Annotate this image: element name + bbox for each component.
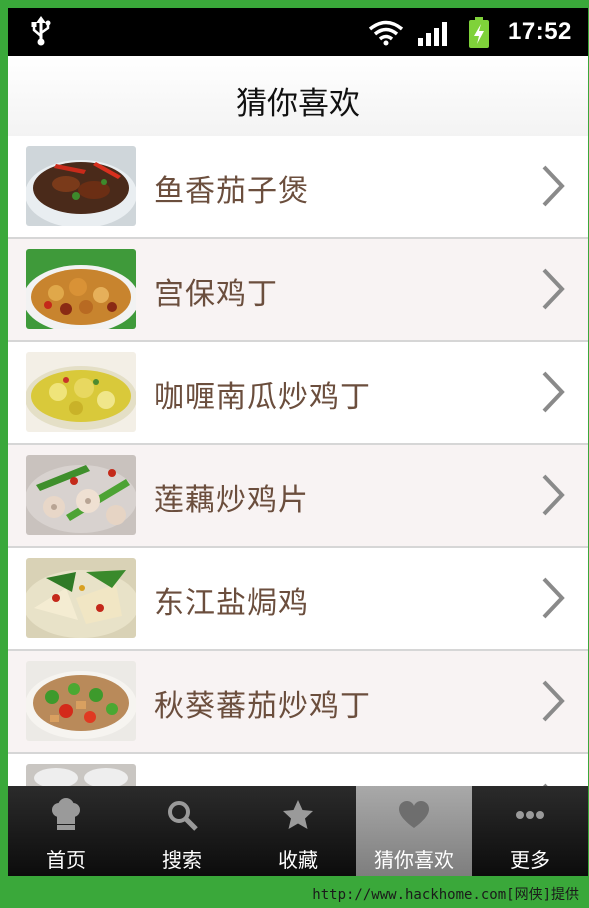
- recipe-name: 宫保鸡丁: [154, 277, 278, 312]
- list-item[interactable]: 鱼香茄子煲: [8, 136, 588, 239]
- tab-label: 收藏: [278, 848, 318, 872]
- recipe-thumbnail: [26, 558, 136, 638]
- chevron-right-icon: [540, 473, 566, 521]
- signal-icon: [418, 22, 450, 50]
- chevron-right-icon: [540, 679, 566, 727]
- chevron-right-icon: [540, 267, 566, 315]
- chevron-right-icon: [540, 164, 566, 212]
- recipe-name: 秋葵蕃茄炒鸡丁: [154, 689, 371, 724]
- tab-label: 猜你喜欢: [374, 848, 454, 872]
- list-item[interactable]: 宫保鸡丁: [8, 239, 588, 342]
- recipe-name: 咖喱南瓜炒鸡丁: [154, 380, 371, 415]
- status-time: 17:52: [508, 18, 572, 45]
- star-icon: [281, 798, 315, 836]
- recipe-list[interactable]: 鱼香茄子煲 宫保鸡丁 咖喱南瓜炒鸡丁 莲藕炒鸡片 东江盐焗鸡 秋葵蕃茄炒鸡丁: [8, 136, 588, 786]
- chevron-right-icon: [540, 576, 566, 624]
- tab-home[interactable]: 首页: [8, 786, 124, 876]
- phone-screen: 17:52 猜你喜欢 鱼香茄子煲 宫保鸡丁 咖喱南瓜炒鸡丁 莲藕炒鸡片 东江盐焗…: [8, 8, 588, 876]
- bottom-tab-bar: 首页 搜索 收藏 猜你喜欢 更多: [8, 786, 588, 876]
- list-item[interactable]: 莲藕炒鸡片: [8, 445, 588, 548]
- recipe-name: 鱼香茄子煲: [154, 174, 309, 209]
- tab-more[interactable]: 更多: [472, 786, 588, 876]
- heart-icon: [397, 798, 431, 836]
- recipe-name: 莲藕炒鸡片: [154, 483, 309, 518]
- tab-guess-you-like[interactable]: 猜你喜欢: [356, 786, 472, 876]
- tab-search[interactable]: 搜索: [124, 786, 240, 876]
- search-icon: [165, 798, 199, 836]
- recipe-thumbnail: [26, 455, 136, 535]
- list-item[interactable]: [8, 754, 588, 786]
- footer-strip: http://www.hackhome.com[网侠]提供: [0, 880, 589, 908]
- tab-label: 更多: [510, 848, 550, 872]
- wifi-icon: [368, 20, 404, 50]
- battery-charging-icon: [468, 17, 490, 53]
- page-title: 猜你喜欢: [236, 86, 360, 122]
- recipe-thumbnail: [26, 661, 136, 741]
- status-bar: 17:52: [8, 8, 588, 56]
- recipe-thumbnail: [26, 146, 136, 226]
- list-item[interactable]: 秋葵蕃茄炒鸡丁: [8, 651, 588, 754]
- recipe-thumbnail: [26, 352, 136, 432]
- usb-icon: [30, 16, 52, 50]
- recipe-thumbnail: [26, 764, 136, 786]
- header: 猜你喜欢: [8, 56, 588, 136]
- chevron-right-icon: [540, 370, 566, 418]
- recipe-thumbnail: [26, 249, 136, 329]
- chef-hat-icon: [49, 798, 83, 836]
- list-item[interactable]: 咖喱南瓜炒鸡丁: [8, 342, 588, 445]
- watermark-text: http://www.hackhome.com[网侠]提供: [312, 887, 579, 903]
- tab-label: 搜索: [162, 848, 202, 872]
- tab-label: 首页: [46, 848, 86, 872]
- list-item[interactable]: 东江盐焗鸡: [8, 548, 588, 651]
- recipe-name: 东江盐焗鸡: [154, 586, 309, 621]
- more-dots-icon: [513, 798, 547, 836]
- tab-favorites[interactable]: 收藏: [240, 786, 356, 876]
